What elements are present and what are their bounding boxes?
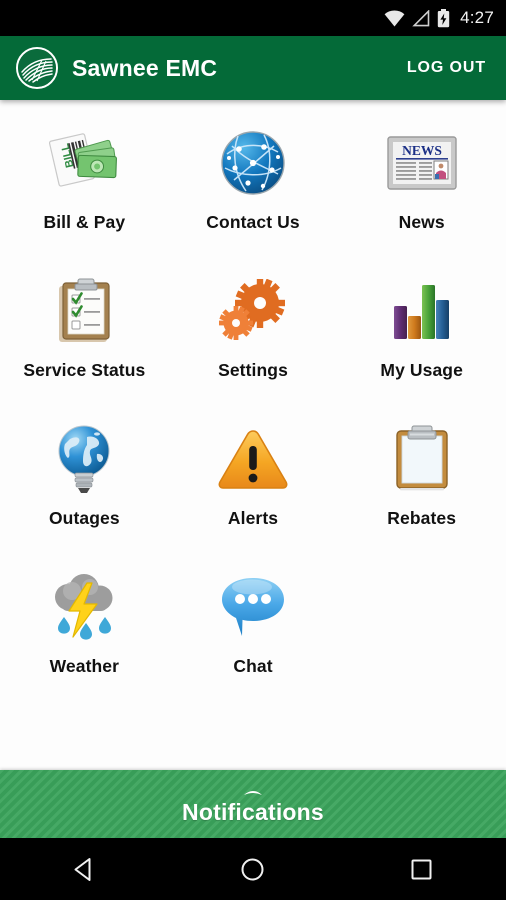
tile-settings[interactable]: Settings bbox=[169, 256, 338, 404]
recents-square-icon[interactable] bbox=[377, 838, 467, 900]
android-nav-bar bbox=[0, 838, 506, 900]
bar-chart-icon bbox=[380, 272, 464, 350]
tile-label: Contact Us bbox=[206, 212, 300, 232]
tile-my-usage[interactable]: My Usage bbox=[337, 256, 506, 404]
tile-outages[interactable]: Outages bbox=[0, 404, 169, 552]
logout-button[interactable]: LOG OUT bbox=[403, 51, 490, 85]
menu-grid-container: BILL Bill & Pay Contact Us NEWS News Ser… bbox=[0, 100, 506, 770]
tile-label: My Usage bbox=[380, 360, 463, 380]
tile-bill-and-pay[interactable]: BILL Bill & Pay bbox=[0, 108, 169, 256]
app-root: 4:27 Sawnee EMC LOG OUT BILL Bill & Pay … bbox=[0, 0, 506, 900]
notifications-drawer[interactable]: Notifications bbox=[0, 770, 506, 838]
tile-rebates[interactable]: Rebates bbox=[337, 404, 506, 552]
clipboard-checklist-icon bbox=[42, 272, 126, 350]
clipboard-blank-icon bbox=[380, 420, 464, 498]
tile-weather[interactable]: Weather bbox=[0, 552, 169, 700]
tile-alerts[interactable]: Alerts bbox=[169, 404, 338, 552]
tile-label: Weather bbox=[49, 656, 120, 676]
tile-label: Settings bbox=[218, 360, 288, 380]
globe-lightbulb-icon bbox=[42, 420, 126, 498]
news-headline-text: NEWS bbox=[402, 143, 442, 158]
tile-label: Chat bbox=[233, 656, 273, 676]
tile-contact-us[interactable]: Contact Us bbox=[169, 108, 338, 256]
home-circle-icon[interactable] bbox=[208, 838, 298, 900]
tile-label: Outages bbox=[48, 508, 120, 528]
warning-triangle-icon bbox=[211, 420, 295, 498]
tile-news[interactable]: NEWS News bbox=[337, 108, 506, 256]
back-triangle-icon[interactable] bbox=[39, 838, 129, 900]
tile-service-status[interactable]: Service Status bbox=[0, 256, 169, 404]
menu-grid: BILL Bill & Pay Contact Us NEWS News Ser… bbox=[0, 100, 506, 700]
tile-label: News bbox=[398, 212, 445, 232]
battery-charging-icon bbox=[437, 8, 450, 28]
tile-label: Service Status bbox=[23, 360, 146, 380]
wifi-icon bbox=[384, 9, 405, 27]
storm-cloud-icon bbox=[42, 568, 126, 646]
sawnee-emc-logo-icon bbox=[16, 47, 58, 89]
bill-and-money-icon: BILL bbox=[42, 124, 126, 202]
tile-empty bbox=[337, 552, 506, 700]
app-bar: Sawnee EMC LOG OUT bbox=[0, 36, 506, 100]
tile-label: Bill & Pay bbox=[43, 212, 126, 232]
newspaper-icon: NEWS bbox=[380, 124, 464, 202]
gears-icon bbox=[211, 272, 295, 350]
speech-bubble-icon bbox=[211, 568, 295, 646]
status-bar: 4:27 bbox=[0, 0, 506, 36]
globe-network-icon bbox=[211, 124, 295, 202]
notifications-label: Notifications bbox=[182, 798, 324, 825]
status-bar-clock: 4:27 bbox=[460, 8, 494, 27]
tile-chat[interactable]: Chat bbox=[169, 552, 338, 700]
tile-label: Rebates bbox=[387, 508, 457, 528]
page-title: Sawnee EMC bbox=[72, 54, 218, 81]
signal-icon bbox=[412, 9, 430, 27]
tile-label: Alerts bbox=[227, 508, 279, 528]
